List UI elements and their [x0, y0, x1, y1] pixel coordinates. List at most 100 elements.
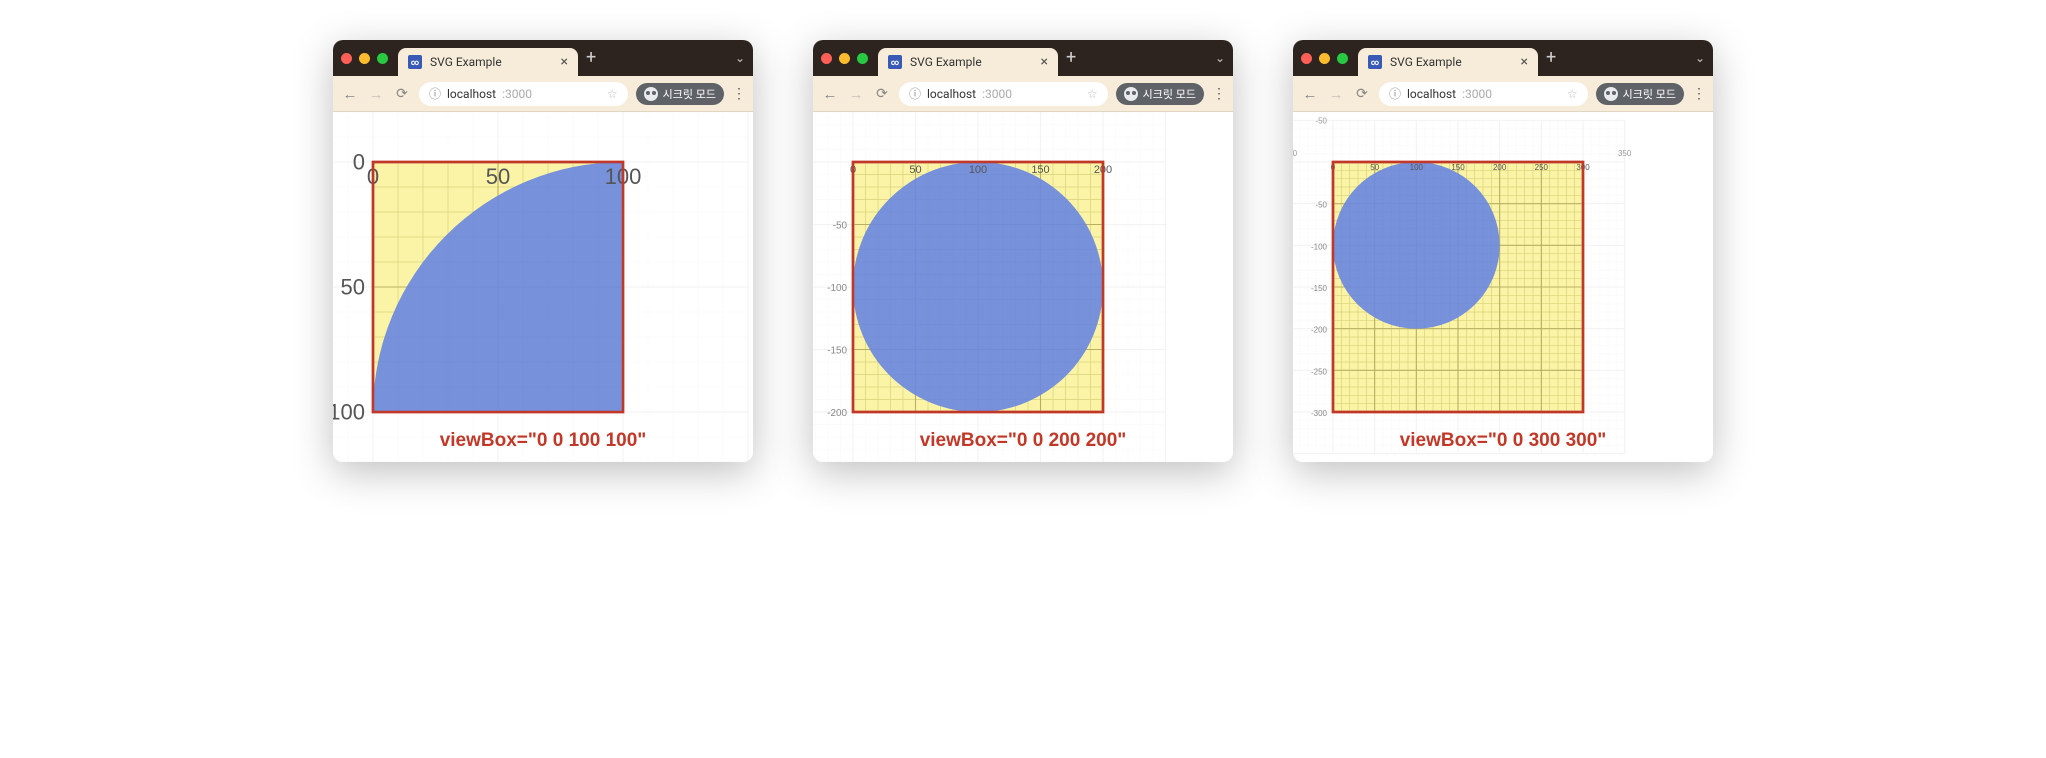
incognito-badge[interactable]: 시크릿 모드	[1116, 83, 1204, 105]
incognito-label: 시크릿 모드	[1623, 86, 1676, 102]
close-tab-icon[interactable]: ×	[561, 54, 568, 70]
close-tab-icon[interactable]: ×	[1041, 54, 1048, 70]
svg-text:-50: -50	[1293, 149, 1298, 158]
close-window-icon[interactable]	[1301, 53, 1312, 64]
bookmark-icon[interactable]: ☆	[607, 87, 618, 101]
url-host: localhost	[1407, 87, 1456, 101]
svg-viewbox-demo-2: -100-50050100150200250300350-100-50-50-1…	[1293, 112, 1713, 462]
svg-text:-200: -200	[827, 408, 847, 419]
tab-bar: ∞ SVG Example × + ⌄	[813, 40, 1233, 76]
reload-button[interactable]: ⟳	[1353, 86, 1371, 102]
back-button[interactable]: ←	[821, 85, 839, 103]
forward-button[interactable]: →	[367, 85, 385, 103]
site-info-icon[interactable]: ⓘ	[909, 85, 921, 102]
tabs-dropdown-icon[interactable]: ⌄	[1215, 51, 1225, 65]
svg-text:-50: -50	[833, 221, 848, 232]
svg-text:200: 200	[1493, 163, 1507, 172]
maximize-window-icon[interactable]	[857, 53, 868, 64]
url-input[interactable]: ⓘ localhost:3000 ☆	[1379, 82, 1588, 106]
close-window-icon[interactable]	[821, 53, 832, 64]
address-bar: ← → ⟳ ⓘ localhost:3000 ☆ 시크릿 모드 ⋮	[1293, 76, 1713, 112]
svg-text:-100: -100	[1311, 242, 1328, 251]
address-bar: ← → ⟳ ⓘ localhost :3000 ☆ 시크릿 모드 ⋮	[333, 76, 753, 112]
url-port: :3000	[502, 87, 532, 101]
svg-text:50: 50	[486, 164, 510, 189]
browser-window-2: ∞ SVG Example × + ⌄ ← → ⟳ ⓘ localhost :30…	[813, 40, 1233, 462]
svg-text:-50: -50	[1315, 116, 1327, 125]
back-button[interactable]: ←	[1301, 85, 1319, 103]
page-content: 050100050100 viewBox="0 0 100 100"	[333, 112, 753, 462]
svg-text:-150: -150	[1311, 284, 1328, 293]
svg-viewbox-demo-1: -50050100150200-50-50-100-150-200	[813, 112, 1233, 462]
incognito-badge[interactable]: 시크릿 모드	[636, 83, 724, 105]
svg-text:-250: -250	[1311, 367, 1328, 376]
viewbox-caption: viewBox="0 0 200 200"	[813, 430, 1233, 452]
site-info-icon[interactable]: ⓘ	[429, 85, 441, 102]
minimize-window-icon[interactable]	[1319, 53, 1330, 64]
tab-bar: ∞ SVG Example × + ⌄	[1293, 40, 1713, 76]
page-content: -50050100150200-50-50-100-150-200 viewBo…	[813, 112, 1233, 462]
menu-button[interactable]: ⋮	[1692, 87, 1705, 101]
svg-text:50: 50	[1370, 163, 1379, 172]
svg-text:350: 350	[1618, 149, 1632, 158]
favicon-icon: ∞	[408, 55, 422, 69]
bookmark-icon[interactable]: ☆	[1087, 87, 1098, 101]
maximize-window-icon[interactable]	[1337, 53, 1348, 64]
browser-window-3: ∞ SVG Example × + ⌄ ← → ⟳ ⓘ localhost:30…	[1293, 40, 1713, 462]
close-window-icon[interactable]	[341, 53, 352, 64]
incognito-badge[interactable]: 시크릿 모드	[1596, 83, 1684, 105]
browser-tab[interactable]: ∞ SVG Example ×	[1358, 48, 1538, 76]
svg-text:-50: -50	[1315, 201, 1327, 210]
svg-text:-100: -100	[827, 283, 847, 294]
menu-button[interactable]: ⋮	[1212, 87, 1225, 101]
close-tab-icon[interactable]: ×	[1521, 54, 1528, 70]
browser-tab[interactable]: ∞ SVG Example ×	[878, 48, 1058, 76]
svg-text:250: 250	[1535, 163, 1549, 172]
viewbox-caption: viewBox="0 0 100 100"	[333, 430, 753, 452]
incognito-icon	[1124, 87, 1138, 101]
incognito-label: 시크릿 모드	[663, 86, 716, 102]
svg-text:50: 50	[341, 275, 365, 300]
svg-text:100: 100	[969, 164, 987, 176]
traffic-lights	[821, 53, 868, 64]
tabs-dropdown-icon[interactable]: ⌄	[735, 51, 745, 65]
maximize-window-icon[interactable]	[377, 53, 388, 64]
svg-text:100: 100	[1410, 163, 1424, 172]
svg-text:0: 0	[353, 150, 365, 175]
favicon-icon: ∞	[1368, 55, 1382, 69]
traffic-lights	[341, 53, 388, 64]
new-tab-button[interactable]: +	[1066, 49, 1076, 67]
minimize-window-icon[interactable]	[839, 53, 850, 64]
browser-tab[interactable]: ∞ SVG Example ×	[398, 48, 578, 76]
bookmark-icon[interactable]: ☆	[1567, 87, 1578, 101]
svg-text:-200: -200	[1311, 326, 1328, 335]
url-input[interactable]: ⓘ localhost :3000 ☆	[899, 82, 1108, 106]
menu-button[interactable]: ⋮	[732, 87, 745, 101]
forward-button[interactable]: →	[1327, 85, 1345, 103]
url-input[interactable]: ⓘ localhost :3000 ☆	[419, 82, 628, 106]
browser-window-1: ∞ SVG Example × + ⌄ ← → ⟳ ⓘ localhost :30…	[333, 40, 753, 462]
svg-text:50: 50	[909, 164, 921, 176]
forward-button[interactable]: →	[847, 85, 865, 103]
tab-title: SVG Example	[1390, 55, 1513, 69]
minimize-window-icon[interactable]	[359, 53, 370, 64]
back-button[interactable]: ←	[341, 85, 359, 103]
svg-viewbox-demo-0: 050100050100	[333, 112, 753, 462]
tabs-dropdown-icon[interactable]: ⌄	[1695, 51, 1705, 65]
svg-text:-150: -150	[827, 346, 847, 357]
url-port: :3000	[982, 87, 1012, 101]
site-info-icon[interactable]: ⓘ	[1389, 85, 1401, 102]
incognito-icon	[644, 87, 658, 101]
tab-title: SVG Example	[910, 55, 1033, 69]
url-host: localhost	[927, 87, 976, 101]
incognito-label: 시크릿 모드	[1143, 86, 1196, 102]
reload-button[interactable]: ⟳	[393, 86, 411, 102]
svg-text:150: 150	[1031, 164, 1049, 176]
reload-button[interactable]: ⟳	[873, 86, 891, 102]
tab-title: SVG Example	[430, 55, 553, 69]
address-bar: ← → ⟳ ⓘ localhost :3000 ☆ 시크릿 모드 ⋮	[813, 76, 1233, 112]
new-tab-button[interactable]: +	[586, 49, 596, 67]
new-tab-button[interactable]: +	[1546, 49, 1556, 67]
tab-bar: ∞ SVG Example × + ⌄	[333, 40, 753, 76]
url-host: localhost	[447, 87, 496, 101]
